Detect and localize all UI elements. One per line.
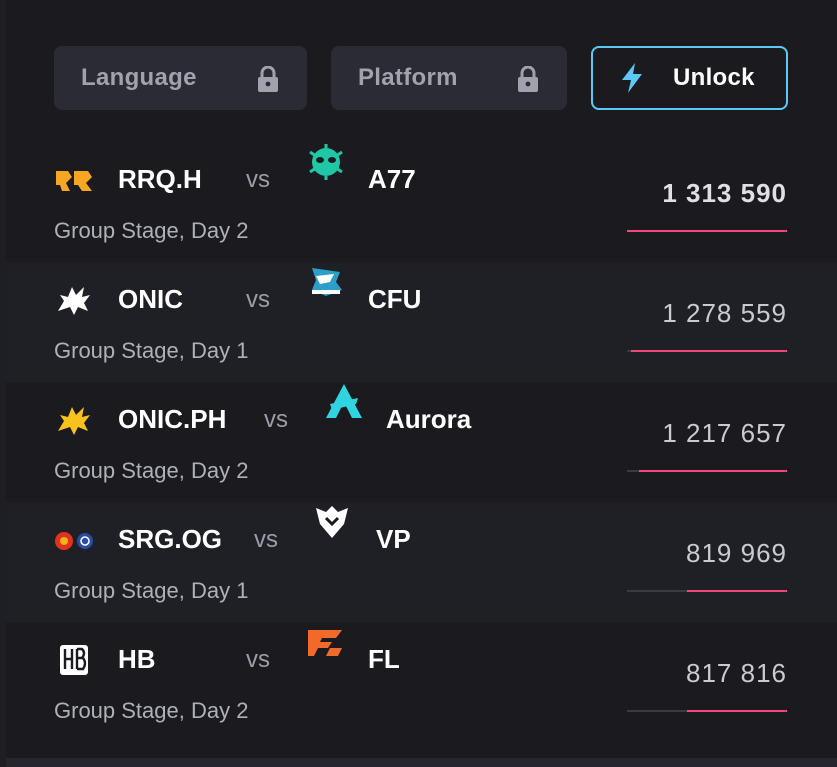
viewer-count: 1 278 559: [662, 298, 787, 328]
viewer-bar-fill: [631, 350, 787, 352]
lock-icon: [518, 66, 538, 92]
stage-label: Group Stage, Day 2: [54, 698, 249, 723]
viewer-bar-fill: [638, 470, 787, 472]
a77-logo-icon: [309, 144, 343, 180]
team-b-name: FL: [368, 644, 400, 674]
team-b-name: VP: [376, 524, 411, 554]
onic-ph-logo-icon: [58, 407, 90, 435]
viewer-count: 1 217 657: [662, 418, 787, 448]
team-a-name: SRG.OG: [118, 524, 223, 554]
vs-label: vs: [254, 526, 278, 553]
viewer-bar-fill: [687, 590, 787, 592]
cfu-logo-icon: [312, 268, 342, 296]
match-row[interactable]: ONIC vs CFU Group Stage, Day 1 1 278 559: [6, 262, 837, 382]
language-filter-button[interactable]: Language: [54, 46, 307, 110]
viewer-bar-track: [627, 710, 787, 712]
unlock-label: Unlock: [673, 64, 755, 91]
aurora-logo-icon: [326, 384, 362, 418]
team-b-name: Aurora: [386, 404, 472, 434]
match-row[interactable]: HB vs FL Group Stage, Day 2 817 816: [6, 622, 837, 742]
onic-logo-icon: [58, 287, 90, 315]
vs-label: vs: [246, 286, 270, 313]
matches-panel: Language Platform Unlock RRQ.H vs A77 Gr…: [6, 0, 837, 767]
fl-logo-icon: [308, 630, 342, 656]
stage-label: Group Stage, Day 1: [54, 578, 249, 603]
vs-label: vs: [246, 646, 270, 673]
vs-label: vs: [264, 406, 288, 433]
viewer-bar-track: [627, 470, 787, 472]
lightning-bolt-icon: [622, 63, 642, 93]
team-b-name: CFU: [368, 284, 422, 314]
vs-label: vs: [246, 166, 270, 193]
team-a-name: ONIC: [118, 284, 183, 314]
match-row[interactable]: RRQ.H vs A77 Group Stage, Day 2 1 313 59…: [6, 142, 837, 262]
viewer-count: 819 969: [686, 538, 787, 568]
rrq-logo-icon: [56, 171, 92, 191]
viewer-bar-fill: [687, 710, 787, 712]
team-a-name: RRQ.H: [118, 164, 202, 194]
stage-label: Group Stage, Day 2: [54, 458, 249, 483]
language-filter-label: Language: [81, 64, 197, 91]
platform-filter-label: Platform: [358, 64, 458, 91]
next-row-edge: [6, 758, 837, 767]
viewer-count: 1 313 590: [662, 178, 787, 208]
stage-label: Group Stage, Day 2: [54, 218, 249, 243]
match-row[interactable]: ONIC.PH vs Aurora Group Stage, Day 2 1 2…: [6, 382, 837, 502]
viewer-bar-track: [627, 590, 787, 592]
viewer-bar-fill: [627, 230, 787, 232]
vp-logo-icon: [316, 506, 348, 538]
lock-icon: [258, 66, 278, 92]
team-a-name: ONIC.PH: [118, 404, 227, 434]
viewer-count: 817 816: [686, 658, 787, 688]
platform-filter-button[interactable]: Platform: [331, 46, 567, 110]
filter-bar: Language Platform Unlock: [54, 46, 788, 110]
team-b-name: A77: [368, 164, 416, 194]
hb-logo-icon: [60, 645, 88, 675]
team-a-name: HB: [118, 644, 156, 674]
viewer-bar-track: [627, 230, 787, 232]
unlock-button[interactable]: Unlock: [591, 46, 788, 110]
viewer-bar-track: [627, 350, 787, 352]
stage-label: Group Stage, Day 1: [54, 338, 249, 363]
match-row[interactable]: SRG.OG vs VP Group Stage, Day 1 819 969: [6, 502, 837, 622]
srg-og-logo-icon: [55, 532, 93, 550]
